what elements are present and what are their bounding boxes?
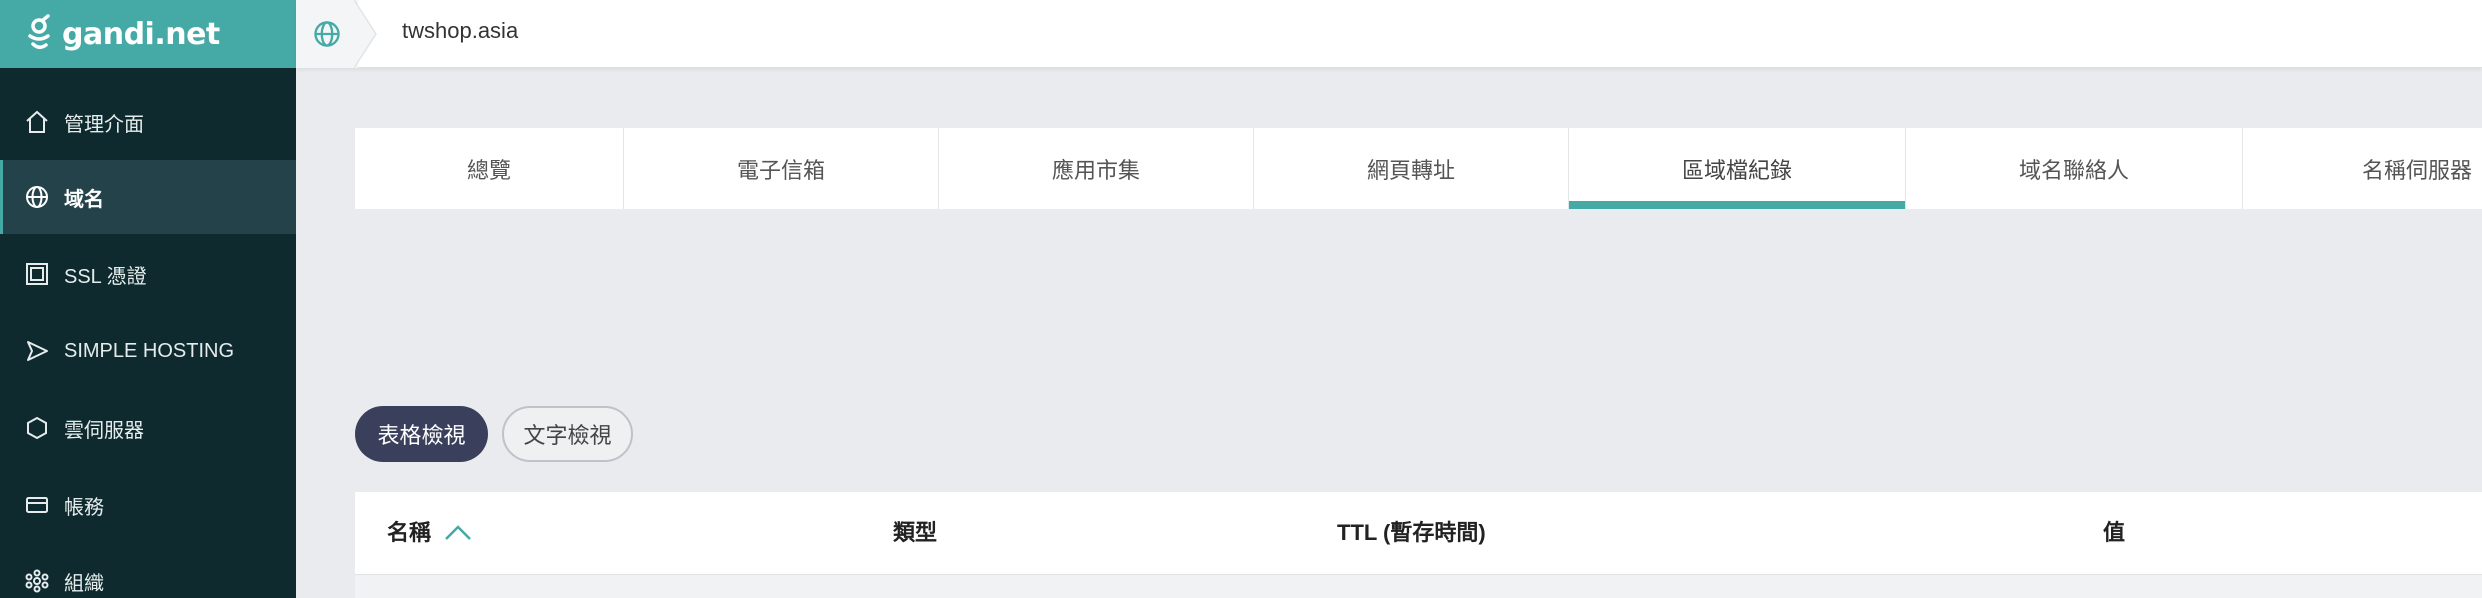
text-view-button[interactable]: 文字檢視 [502, 406, 633, 462]
tab-email[interactable]: 電子信箱 [624, 128, 939, 209]
tab-web-forwarding[interactable]: 網頁轉址 [1254, 128, 1569, 209]
sort-ascending-icon[interactable] [443, 523, 473, 543]
sidebar-item-label: 組織 [64, 572, 104, 595]
column-header-type[interactable]: 類型 [893, 492, 937, 574]
sidebar-item-billing[interactable]: 帳務 [0, 468, 296, 542]
sidebar-item-ssl[interactable]: SSL 憑證 [0, 237, 296, 311]
sidebar-item-organization[interactable]: 組織 [0, 544, 296, 598]
gandi-logo-icon [28, 14, 50, 49]
sidebar-item-dashboard[interactable]: 管理介面 [0, 85, 296, 159]
column-header-value[interactable]: 值 [2103, 492, 2125, 574]
sidebar-item-label: 管理介面 [64, 113, 144, 136]
domain-title: twshop.asia [402, 18, 519, 43]
tab-contacts[interactable]: 域名聯絡人 [1906, 128, 2243, 209]
column-header-label: 名稱 [387, 520, 432, 545]
credit-card-icon [24, 492, 50, 518]
tab-marketplace[interactable]: 應用市集 [939, 128, 1254, 209]
table-view-button[interactable]: 表格檢視 [355, 406, 488, 462]
sidebar-item-label: 帳務 [64, 496, 104, 519]
sidebar-item-label: SIMPLE HOSTING [64, 339, 235, 362]
column-header-ttl[interactable]: TTL (暫存時間) [1337, 492, 1486, 574]
column-header-label: 值 [2103, 520, 2126, 545]
column-header-name[interactable]: 名稱 [387, 492, 473, 574]
organization-icon [24, 568, 50, 594]
sidebar: gandi.net 管理介面 域名 SSL 憑證 SIMPLE HOSTING … [0, 0, 296, 598]
sidebar-item-label: SSL 憑證 [64, 265, 147, 288]
gandi-logo[interactable]: gandi.net [0, 0, 296, 68]
sidebar-item-label: 雲伺服器 [64, 419, 144, 442]
tab-dns-records[interactable]: 區域檔紀錄 [1569, 128, 1906, 209]
column-header-label: 類型 [893, 520, 938, 545]
brand-name: gandi.net [62, 16, 220, 52]
breadcrumb-separator [354, 0, 377, 68]
domain-breadcrumb-icon[interactable] [296, 0, 358, 68]
certificate-icon [24, 261, 50, 287]
sidebar-item-cloud[interactable]: 雲伺服器 [0, 391, 296, 465]
home-icon [24, 109, 50, 135]
cloud-server-icon [24, 415, 50, 441]
tab-overview[interactable]: 總覽 [355, 128, 624, 209]
sidebar-item-simple-hosting[interactable]: SIMPLE HOSTING [0, 314, 296, 388]
globe-icon [24, 184, 50, 210]
sidebar-item-label: 域名 [64, 188, 104, 211]
tab-nameservers[interactable]: 名稱伺服器 [2243, 128, 2482, 209]
table-row[interactable] [355, 574, 2482, 598]
sidebar-item-domains[interactable]: 域名 [0, 160, 296, 234]
column-header-label: TTL (暫存時間) [1337, 520, 1486, 545]
top-bar: twshop.asia [296, 0, 2482, 68]
domain-tabs: 總覽 電子信箱 應用市集 網頁轉址 區域檔紀錄 域名聯絡人 名稱伺服器 [355, 128, 2482, 209]
records-table-header: 名稱 類型 TTL (暫存時間) 值 [355, 492, 2482, 574]
send-icon [24, 338, 50, 364]
globe-icon [314, 21, 340, 47]
